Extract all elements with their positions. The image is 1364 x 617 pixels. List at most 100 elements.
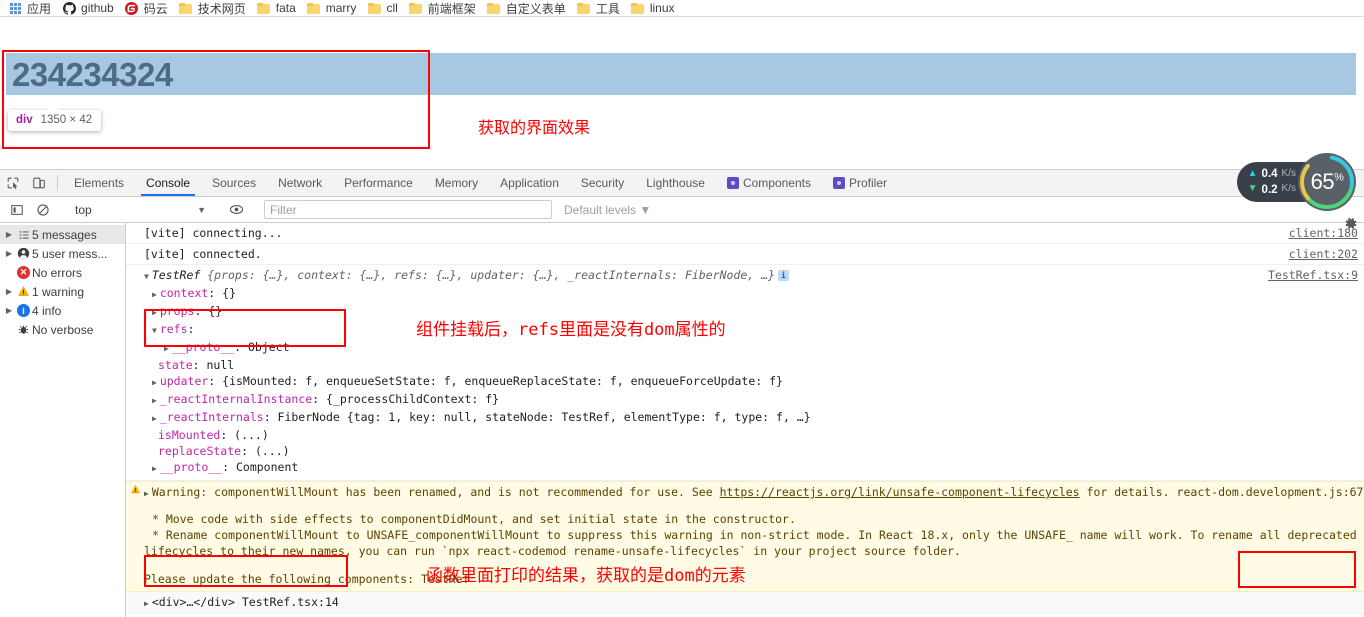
tab-console[interactable]: Console [135,170,201,196]
info-badge-icon[interactable]: i [777,270,789,281]
bookmark-item-frontend[interactable]: 前端框架 [405,0,483,16]
tab-label: Elements [74,176,125,190]
chevron-right-icon[interactable]: ▶ [152,411,157,427]
tab-network[interactable]: Network [267,170,333,196]
tab-label: Memory [434,176,479,190]
bookmark-item-cll[interactable]: cll [363,0,404,16]
console-message-vite-connected[interactable]: [vite] connected. client:202 [126,244,1364,265]
sidebar-item-errors[interactable]: ▶ ✕ No errors [0,263,125,282]
clear-console-icon[interactable] [30,203,56,217]
devtools-tabbar: Elements Console Sources Network Perform… [0,153,1364,229]
object-property-state[interactable]: state: null [144,357,1364,373]
cpu-usage-gauge: 65% [1298,153,1356,211]
object-property-refs[interactable]: ▼ refs: [144,321,1364,339]
tab-elements[interactable]: Elements [63,170,135,196]
bookmark-label: linux [649,1,675,15]
source-link[interactable]: TestRef.tsx:9 [1268,267,1358,283]
bookmark-item-fata[interactable]: fata [253,0,303,16]
chevron-right-icon[interactable]: ▶ [144,599,149,608]
warning-body-line-4: Please update the following components: … [144,572,470,586]
toolbar-divider [57,175,58,191]
tab-components[interactable]: Components [716,170,822,196]
object-property-refs-proto[interactable]: ▶ __proto__: Object [144,339,1364,357]
tab-memory[interactable]: Memory [424,170,489,196]
warning-icon [130,484,141,498]
sidebar-item-info[interactable]: ▶ i 4 info [0,301,125,320]
inspect-element-icon[interactable] [0,170,26,196]
live-expression-icon[interactable] [223,202,249,217]
error-icon: ✕ [15,266,32,279]
filter-input[interactable] [264,200,552,219]
tab-lighthouse[interactable]: Lighthouse [635,170,716,196]
bookmark-label: fata [275,1,296,15]
warning-icon [15,285,32,298]
tab-label: Profiler [849,176,888,190]
sidebar-item-warnings[interactable]: ▶ 1 warning [0,282,125,301]
object-property-updater[interactable]: ▶ updater: {isMounted: f, enqueueSetState… [144,373,1364,391]
console-body: ▶ 5 messages ▶ 5 user mess... ▶ ✕ No err… [0,223,1364,617]
log-levels-select[interactable]: Default levels ▼ [564,203,651,217]
user-icon [15,247,32,260]
verbose-icon [15,323,32,336]
sidebar-item-verbose[interactable]: ▶ No verbose [0,320,125,339]
bookmark-item-tools[interactable]: 工具 [573,0,627,16]
tab-security[interactable]: Security [570,170,635,196]
tab-label: Console [146,176,191,190]
unsafe-lifecycles-link[interactable]: https://reactjs.org/link/unsafe-componen… [720,485,1080,499]
console-message-vite-connecting[interactable]: [vite] connecting... client:180 [126,223,1364,244]
folder-icon [179,1,193,15]
github-icon [62,1,76,15]
highlighted-div-element[interactable]: 234234324 [6,53,1356,95]
source-link[interactable]: react-dom.development.js:67 [1177,485,1364,499]
chevron-right-icon[interactable]: ▶ [164,341,169,357]
object-property-proto[interactable]: ▶ __proto__: Component [144,459,1364,477]
console-message-dom-element[interactable]: ▶ <div>…</div> TestRef.tsx:14 [126,592,1364,614]
bookmark-item-linux[interactable]: linux [627,0,682,16]
object-property-context[interactable]: ▶ context: {} [144,285,1364,303]
sidebar-item-all-messages[interactable]: ▶ 5 messages [0,225,125,244]
bookmark-item-apps[interactable]: 应用 [4,0,58,16]
source-link[interactable]: TestRef.tsx:14 [242,595,339,609]
sidebar-item-label: 1 warning [32,284,85,299]
chevron-right-icon[interactable]: ▶ [152,287,157,303]
bookmark-item-github[interactable]: github [58,0,121,16]
chevron-right-icon: ▶ [5,230,13,239]
object-property-react-internals[interactable]: ▶ _reactInternals: FiberNode {tag: 1, key… [144,409,1364,427]
chevron-down-icon[interactable]: ▼ [144,269,149,285]
gear-icon[interactable] [1343,216,1358,235]
property-value: : {} [194,304,223,318]
bookmark-label: 码云 [143,1,168,16]
bookmark-item-marry[interactable]: marry [303,0,364,16]
property-key: state [158,358,193,372]
bookmark-item-gitee[interactable]: 码云 [121,0,175,16]
console-message-list[interactable]: [vite] connecting... client:180 [vite] c… [126,223,1364,617]
sidebar-item-user-messages[interactable]: ▶ 5 user mess... [0,244,125,263]
sidebar-toggle-icon[interactable] [4,203,30,217]
chevron-down-icon[interactable]: ▼ [152,323,157,339]
object-property-ismounted[interactable]: isMounted: (...) [144,427,1364,443]
object-property-props[interactable]: ▶ props: {} [144,303,1364,321]
sidebar-item-label: No errors [32,265,83,280]
tab-application[interactable]: Application [489,170,570,196]
execution-context-select[interactable]: top ▼ [67,203,212,217]
warning-body-line-1: * Move code with side effects to compone… [152,512,796,526]
tab-profiler[interactable]: Profiler [822,170,898,196]
object-header-row[interactable]: ▼ TestRef {props: {…}, context: {…}, refs… [144,267,1364,285]
chevron-right-icon[interactable]: ▶ [152,393,157,409]
source-link[interactable]: client:202 [1289,246,1358,262]
tab-sources[interactable]: Sources [201,170,267,196]
chevron-right-icon[interactable]: ▶ [152,305,157,321]
tab-performance[interactable]: Performance [333,170,424,196]
object-property-react-internal-instance[interactable]: ▶ _reactInternalInstance: {_processChildC… [144,391,1364,409]
chevron-right-icon[interactable]: ▶ [144,489,149,498]
warning-summary-row[interactable]: ▶ Warning: componentWillMount has been re… [144,485,1364,499]
chevron-right-icon[interactable]: ▶ [152,461,157,477]
bookmark-item-custom-form[interactable]: 自定义表单 [483,0,573,16]
property-key: context [159,286,209,300]
chevron-right-icon[interactable]: ▶ [152,375,157,391]
object-property-replacestate[interactable]: replaceState: (...) [144,443,1364,459]
console-message-testref-object[interactable]: ▼ TestRef {props: {…}, context: {…}, refs… [126,265,1364,481]
device-toolbar-icon[interactable] [26,170,52,196]
bookmark-item-tech[interactable]: 技术网页 [175,0,253,16]
download-unit: K/s [1281,183,1296,195]
